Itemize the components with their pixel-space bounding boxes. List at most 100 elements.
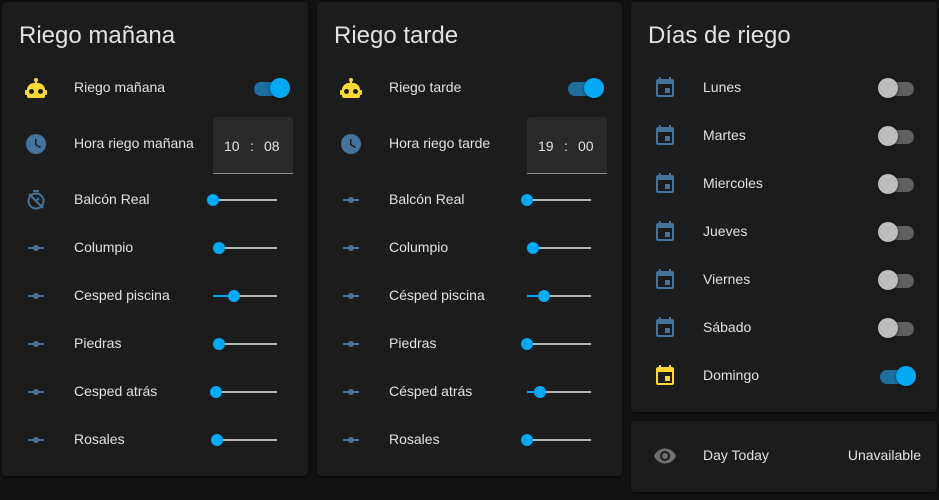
valve-icon <box>24 380 48 404</box>
slider-knob[interactable] <box>521 194 533 206</box>
day-row: Jueves <box>631 212 937 252</box>
calendar-icon <box>653 172 677 196</box>
slider-row: Cesped atrás <box>2 372 308 412</box>
riego-manana-toggle-row: Riego mañana <box>2 68 308 108</box>
hour-field[interactable]: 10 <box>224 138 240 154</box>
valve-slider[interactable] <box>521 336 591 352</box>
day-row: Sábado <box>631 308 937 348</box>
slider-knob[interactable] <box>210 386 223 398</box>
valve-slider[interactable] <box>521 192 591 208</box>
day-row: Viernes <box>631 260 937 300</box>
valve-slider[interactable] <box>521 432 591 448</box>
day-toggle[interactable] <box>878 365 916 387</box>
day-label: Jueves <box>703 223 748 239</box>
day-today-row[interactable]: Day Today Unavailable <box>631 436 937 476</box>
slider-row: Rosales <box>2 420 308 460</box>
slider-rail <box>527 439 591 441</box>
valve-icon <box>24 428 48 452</box>
slider-label: Piedras <box>74 335 122 351</box>
toggle-label: Riego tarde <box>389 79 462 95</box>
valve-icon <box>339 188 363 212</box>
day-toggle[interactable] <box>878 173 916 195</box>
robot-icon <box>339 76 363 100</box>
toggle-thumb <box>878 174 898 194</box>
card-title: Riego mañana <box>19 22 176 49</box>
slider-knob[interactable] <box>521 338 533 350</box>
slider-knob[interactable] <box>228 290 241 302</box>
hour-field[interactable]: 19 <box>538 138 554 154</box>
toggle-thumb <box>878 78 898 98</box>
slider-row: Columpio <box>317 228 622 268</box>
toggle-thumb <box>878 270 898 290</box>
dias-de-riego-card: Días de riego Lunes Martes Miercoles Jueves… <box>631 2 937 412</box>
slider-label: Rosales <box>389 431 440 447</box>
card-title: Días de riego <box>648 22 791 49</box>
time-input[interactable]: 10 : 08 <box>213 117 293 174</box>
slider-rail <box>527 199 591 201</box>
slider-knob[interactable] <box>213 338 226 350</box>
slider-knob[interactable] <box>533 386 546 398</box>
day-toggle[interactable] <box>878 221 916 243</box>
valve-icon <box>339 284 363 308</box>
slider-knob[interactable] <box>207 194 219 206</box>
day-label: Lunes <box>703 79 742 95</box>
day-toggle[interactable] <box>878 77 916 99</box>
valve-icon <box>24 236 48 260</box>
time-label: Hora riego tarde <box>389 135 491 151</box>
calendar-icon <box>653 364 677 388</box>
valve-slider[interactable] <box>213 288 277 304</box>
slider-row: Piedras <box>2 324 308 364</box>
slider-row: Balcón Real <box>317 180 622 220</box>
eye-icon <box>653 444 677 468</box>
calendar-icon <box>653 268 677 292</box>
minute-field[interactable]: 08 <box>264 138 280 154</box>
slider-knob[interactable] <box>210 434 223 446</box>
slider-knob[interactable] <box>527 242 540 254</box>
valve-slider[interactable] <box>210 432 277 448</box>
slider-label: Césped atrás <box>389 383 473 399</box>
hora-riego-manana-row: Hora riego mañana 10 : 08 <box>2 117 308 174</box>
valve-slider[interactable] <box>213 336 277 352</box>
valve-slider[interactable] <box>527 240 591 256</box>
day-toggle[interactable] <box>878 317 916 339</box>
valve-icon <box>24 332 48 356</box>
minute-field[interactable]: 00 <box>578 138 594 154</box>
slider-row: Cesped piscina <box>2 276 308 316</box>
slider-knob[interactable] <box>538 290 551 302</box>
day-row: Martes <box>631 116 937 156</box>
day-toggle[interactable] <box>878 125 916 147</box>
day-label: Martes <box>703 127 746 143</box>
slider-label: Césped piscina <box>389 287 485 303</box>
valve-icon <box>339 236 363 260</box>
valve-slider[interactable] <box>207 192 277 208</box>
calendar-icon <box>653 124 677 148</box>
time-input[interactable]: 19 : 00 <box>527 117 607 174</box>
valve-slider[interactable] <box>210 384 277 400</box>
riego-tarde-toggle[interactable] <box>566 77 604 99</box>
slider-knob[interactable] <box>213 242 226 254</box>
day-row: Domingo <box>631 356 937 396</box>
day-toggle[interactable] <box>878 269 916 291</box>
slider-label: Columpio <box>389 239 449 255</box>
slider-row: Columpio <box>2 228 308 268</box>
clock-icon <box>339 132 363 156</box>
time-separator: : <box>564 138 568 154</box>
slider-row: Césped piscina <box>317 276 622 316</box>
slider-label: Balcón Real <box>74 191 150 207</box>
valve-slider[interactable] <box>213 240 277 256</box>
robot-icon <box>24 76 48 100</box>
hora-riego-tarde-row: Hora riego tarde 19 : 00 <box>317 117 622 174</box>
slider-knob[interactable] <box>521 434 533 446</box>
riego-manana-toggle[interactable] <box>252 77 290 99</box>
clock-icon <box>24 132 48 156</box>
riego-tarde-toggle-row: Riego tarde <box>317 68 622 108</box>
slider-row: Balcón Real <box>2 180 308 220</box>
riego-manana-card: Riego mañana Riego mañana Hora riego mañ… <box>2 2 308 476</box>
valve-slider[interactable] <box>527 288 591 304</box>
valve-slider[interactable] <box>527 384 591 400</box>
toggle-thumb <box>878 222 898 242</box>
toggle-thumb <box>584 78 604 98</box>
slider-rail <box>213 391 277 393</box>
day-row: Lunes <box>631 68 937 108</box>
valve-icon <box>339 428 363 452</box>
